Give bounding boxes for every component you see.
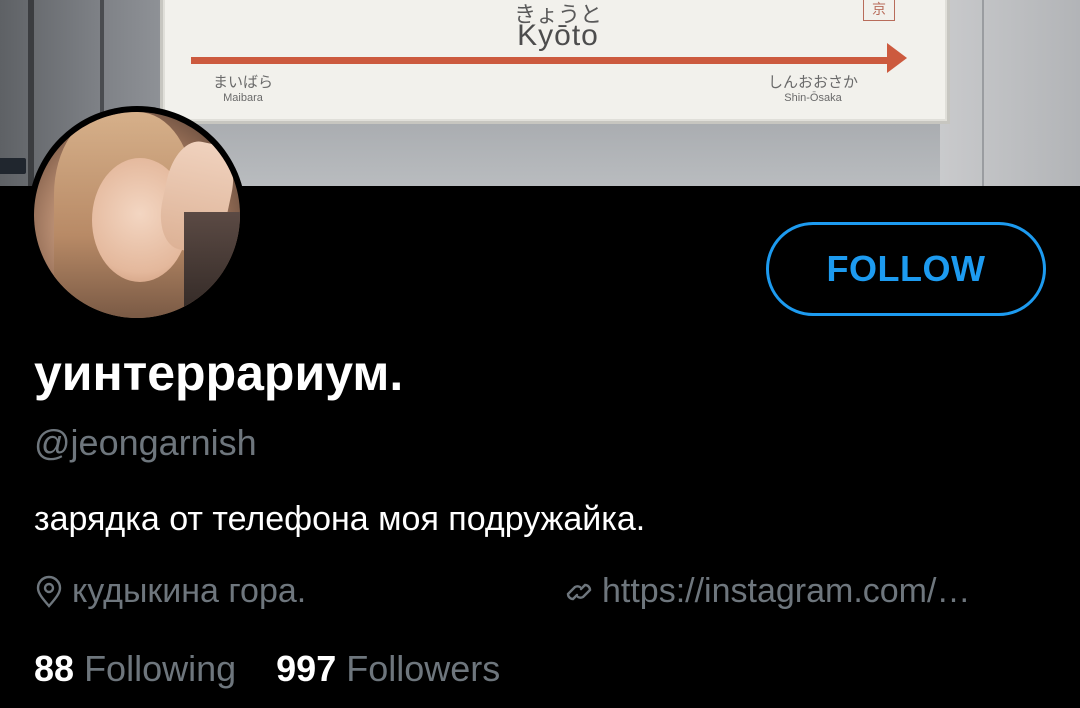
station-sign: きょうと Kyōto 京 まいばら Maibara しんおおさか Shin-Ōs…: [160, 0, 950, 124]
banner-wall-stripe: [28, 0, 34, 186]
profile-website[interactable]: https://instagram.com/…: [564, 572, 1054, 611]
display-name: уинтеррариум.: [34, 345, 404, 401]
sign-station-left-kana: まいばら: [212, 73, 273, 91]
profile-meta: кудыкина гора. https://instagram.com/…: [34, 572, 1054, 622]
user-handle: @jeongarnish: [34, 422, 257, 463]
link-icon: [564, 575, 594, 609]
following-link[interactable]: 88 Following: [34, 648, 236, 689]
sign-station-right: しんおおさか Shin-Ōsaka: [733, 71, 893, 104]
banner-wall-line: [982, 0, 984, 186]
avatar-shade: [184, 212, 240, 318]
avatar[interactable]: [34, 112, 240, 318]
website-link[interactable]: https://instagram.com/…: [602, 572, 970, 611]
sign-kanji-box: 京: [863, 0, 895, 21]
followers-link[interactable]: 997 Followers: [276, 648, 500, 689]
profile-location: кудыкина гора.: [34, 572, 306, 611]
follow-button[interactable]: FOLLOW: [766, 222, 1046, 316]
sign-arrow-head: [887, 43, 907, 73]
profile-bio: зарядка от телефона моя подружайка.: [34, 500, 646, 538]
banner-wall-right: [940, 0, 1080, 186]
following-label: Following: [84, 648, 237, 689]
sign-station-left-romaji: Maibara: [223, 92, 263, 104]
banner-wall-tag: [0, 158, 26, 174]
sign-romaji-main: Kyōto: [517, 19, 599, 52]
location-pin-icon: [34, 575, 64, 609]
sign-station-right-romaji: Shin-Ōsaka: [784, 92, 842, 104]
followers-label: Followers: [346, 648, 501, 689]
sign-arrow-line: [191, 57, 891, 64]
following-count: 88: [34, 648, 75, 689]
followers-count: 997: [276, 648, 337, 689]
sign-station-right-kana: しんおおさか: [767, 73, 858, 91]
follow-stats: 88 Following 997 Followers: [34, 648, 530, 690]
sign-station-left: まいばら Maibara: [193, 71, 293, 104]
location-text: кудыкина гора.: [72, 572, 307, 610]
